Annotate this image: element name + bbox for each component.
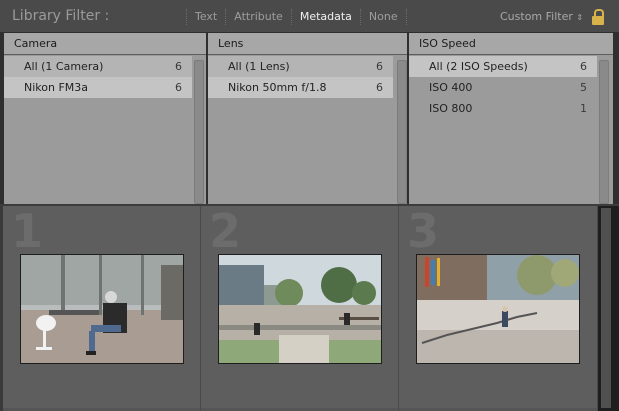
library-filter-title: Library Filter :	[12, 8, 110, 24]
column-header-camera[interactable]: Camera	[4, 33, 206, 55]
column-iso-speed: ISO Speed All (2 ISO Speeds) 6 ISO 400 5…	[409, 33, 613, 204]
filter-mode-tabs: Text Attribute Metadata None	[178, 0, 415, 33]
list-item-camera-all[interactable]: All (1 Camera) 6	[4, 56, 192, 77]
tab-text[interactable]: Text	[195, 10, 217, 23]
thumbnail-grid: 1 2 3	[0, 206, 619, 411]
column-camera: Camera All (1 Camera) 6 Nikon FM3a 6	[4, 33, 206, 204]
divider	[186, 8, 187, 25]
item-label: Nikon FM3a	[24, 81, 89, 94]
divider	[225, 8, 227, 25]
divider	[290, 8, 292, 25]
column-scrollbar[interactable]	[194, 60, 204, 204]
grid-cell[interactable]: 1	[3, 206, 201, 411]
grid-cell[interactable]: 2	[201, 206, 399, 411]
list-item-lens-nikon-50mm[interactable]: Nikon 50mm f/1.8 6	[208, 77, 393, 98]
updown-chevron-icon: ⇕	[576, 13, 584, 22]
filter-preset-dropdown[interactable]: Custom Filter ⇕	[500, 10, 583, 23]
photo-image	[417, 255, 579, 363]
item-label: All (1 Camera)	[24, 60, 104, 73]
library-filter-bar: Library Filter : Text Attribute Metadata…	[0, 0, 619, 33]
list-item-lens-all[interactable]: All (1 Lens) 6	[208, 56, 393, 77]
divider	[359, 8, 361, 25]
item-count: 6	[376, 60, 383, 73]
item-label: ISO 800	[429, 102, 473, 115]
column-header-lens[interactable]: Lens	[208, 33, 407, 55]
item-label: Nikon 50mm f/1.8	[228, 81, 327, 94]
tab-none[interactable]: None	[369, 10, 398, 23]
item-count: 5	[580, 81, 587, 94]
list-item-iso-400[interactable]: ISO 400 5	[409, 77, 597, 98]
divider	[405, 8, 407, 25]
list-item-iso-all[interactable]: All (2 ISO Speeds) 6	[409, 56, 597, 77]
item-label: All (1 Lens)	[228, 60, 290, 73]
photo-image	[219, 255, 381, 363]
column-header-iso-speed[interactable]: ISO Speed	[409, 33, 613, 55]
tab-metadata[interactable]: Metadata	[300, 10, 352, 23]
column-lens: Lens All (1 Lens) 6 Nikon 50mm f/1.8 6	[208, 33, 407, 204]
metadata-browser: Camera All (1 Camera) 6 Nikon FM3a 6 Len…	[0, 33, 619, 204]
item-count: 6	[175, 60, 182, 73]
grid-scrollbar[interactable]	[598, 206, 619, 411]
filter-preset-label: Custom Filter	[500, 10, 573, 23]
column-scrollbar[interactable]	[599, 60, 609, 204]
photo-image	[21, 255, 183, 363]
photo-thumbnail[interactable]	[416, 254, 580, 364]
cell-number: 1	[11, 204, 44, 258]
lock-icon[interactable]	[592, 9, 604, 25]
item-count: 6	[376, 81, 383, 94]
item-count: 6	[580, 60, 587, 73]
list-item-iso-800[interactable]: ISO 800 1	[409, 98, 597, 119]
item-label: ISO 400	[429, 81, 473, 94]
item-label: All (2 ISO Speeds)	[429, 60, 528, 73]
item-count: 6	[175, 81, 182, 94]
list-item-camera-nikon-fm3a[interactable]: Nikon FM3a 6	[4, 77, 192, 98]
cell-number: 3	[407, 204, 440, 258]
photo-thumbnail[interactable]	[218, 254, 382, 364]
photo-thumbnail[interactable]	[20, 254, 184, 364]
column-scrollbar[interactable]	[397, 60, 407, 204]
grid-cell[interactable]: 3	[399, 206, 598, 411]
tab-attribute[interactable]: Attribute	[234, 10, 283, 23]
item-count: 1	[580, 102, 587, 115]
cell-number: 2	[209, 204, 242, 258]
scrollbar-thumb[interactable]	[601, 208, 611, 408]
